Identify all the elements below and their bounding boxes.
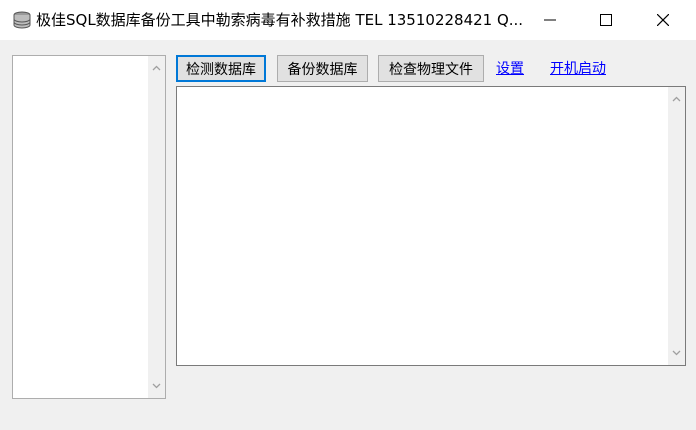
minimize-button[interactable] <box>527 0 573 40</box>
window-title: 极佳SQL数据库备份工具中勒索病毒有补救措施 TEL 13510228421 Q… <box>36 11 524 29</box>
backup-database-button[interactable]: 备份数据库 <box>277 55 368 82</box>
title-bar: 极佳SQL数据库备份工具中勒索病毒有补救措施 TEL 13510228421 Q… <box>0 0 696 40</box>
check-physical-files-button[interactable]: 检查物理文件 <box>378 55 484 82</box>
detect-database-button[interactable]: 检测数据库 <box>176 55 266 82</box>
scroll-down-icon[interactable] <box>152 381 161 390</box>
scroll-up-icon[interactable] <box>672 95 681 104</box>
textarea-scrollbar[interactable] <box>668 87 685 365</box>
close-icon <box>657 14 669 26</box>
database-listbox[interactable] <box>12 55 166 399</box>
close-button[interactable] <box>640 0 686 40</box>
settings-link[interactable]: 设置 <box>496 58 524 78</box>
scroll-up-icon[interactable] <box>152 64 161 73</box>
scroll-down-icon[interactable] <box>672 348 681 357</box>
maximize-button[interactable] <box>583 0 629 40</box>
log-output-textarea[interactable] <box>176 86 686 366</box>
autostart-link[interactable]: 开机启动 <box>550 58 606 78</box>
database-app-icon <box>13 11 31 29</box>
minimize-icon <box>544 19 556 21</box>
listbox-scrollbar[interactable] <box>148 56 165 398</box>
maximize-icon <box>600 14 612 26</box>
